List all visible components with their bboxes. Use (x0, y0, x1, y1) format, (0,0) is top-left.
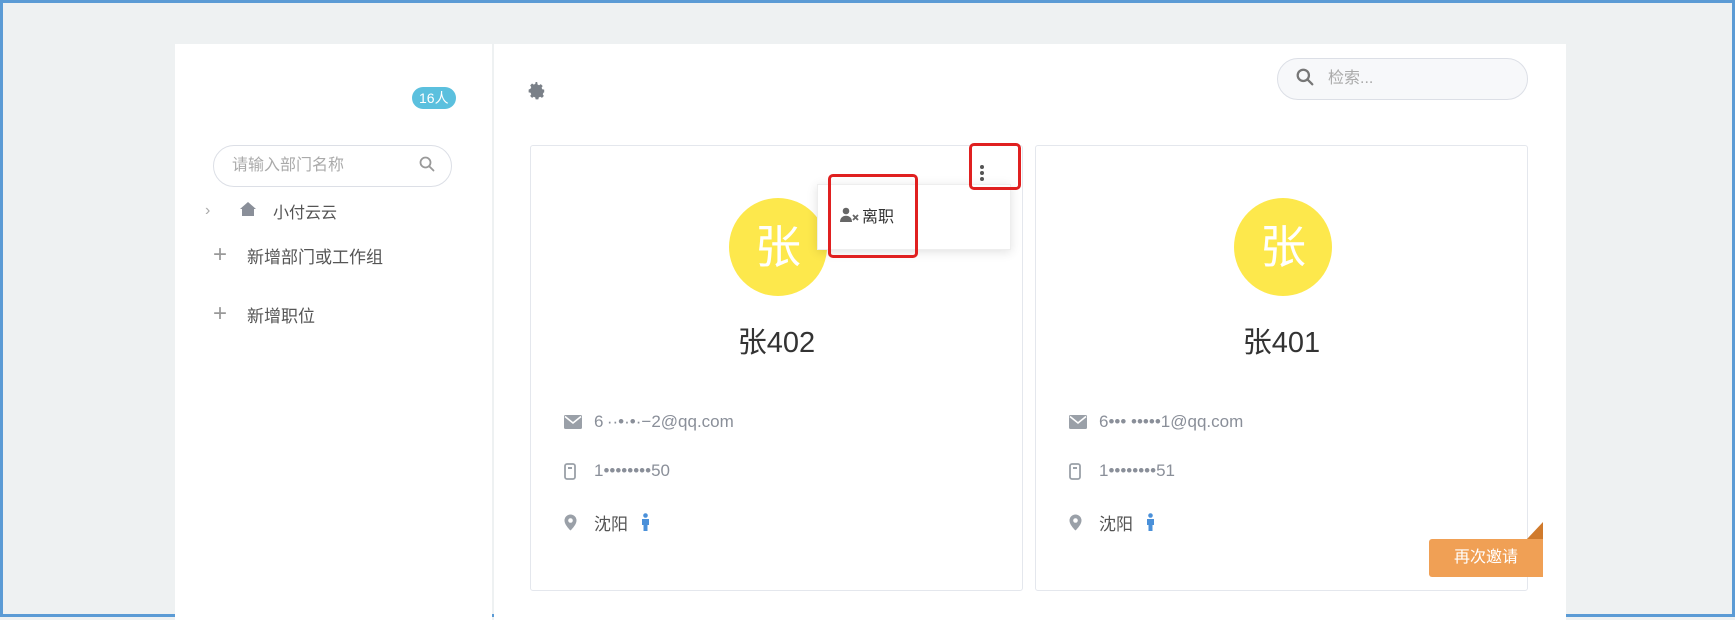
add-department-label: 新增部门或工作组 (247, 247, 383, 267)
member-card[interactable]: 张 张401 6••• •••••1@qq.com 1••••••••51 沈阳 (1035, 145, 1528, 591)
email-row: 6 ··•·•·−2@qq.com (564, 410, 734, 434)
user-remove-icon (840, 207, 860, 223)
reinvite-button[interactable]: 再次邀请 (1429, 539, 1543, 577)
avatar: 张 (729, 198, 827, 296)
gear-icon[interactable] (528, 82, 546, 105)
tree-node-company[interactable]: › 小付云云 (205, 196, 337, 226)
city-value: 沈阳 (1099, 514, 1133, 534)
member-name: 张401 (1242, 327, 1321, 359)
add-position-button[interactable]: + 新增职位 (213, 299, 315, 329)
email-value: 6••• •••••1@qq.com (1099, 412, 1244, 431)
avatar: 张 (1234, 198, 1332, 296)
search-icon[interactable] (1296, 68, 1314, 91)
member-actions-dropdown: 离职 (817, 184, 1011, 250)
add-position-label: 新增职位 (247, 306, 315, 326)
city-value: 沈阳 (594, 514, 628, 534)
email-value: 6 ··•·•·−2@qq.com (594, 412, 734, 431)
member-name: 张402 (737, 327, 816, 359)
department-sidebar: 16人 › 小付云云 + 新增部门或工作组 + 新增职位 (175, 44, 492, 620)
mobile-icon (1069, 462, 1099, 480)
dept-search-box[interactable] (213, 145, 452, 187)
member-panel: 张 张402 6 ··•·•·−2@qq.com 1••••••••50 沈阳 … (494, 44, 1566, 620)
dropdown-item-resign[interactable]: 离职 (840, 203, 894, 227)
add-department-button[interactable]: + 新增部门或工作组 (213, 240, 383, 270)
dept-search-input[interactable] (230, 156, 419, 176)
phone-value: 1••••••••51 (1099, 461, 1175, 480)
phone-row: 1••••••••50 (564, 459, 670, 483)
tree-node-label[interactable]: 小付云云 (273, 199, 337, 223)
location-row: 沈阳 (564, 510, 651, 534)
member-search-box[interactable] (1277, 58, 1528, 100)
email-row: 6••• •••••1@qq.com (1069, 410, 1243, 434)
mail-icon (564, 415, 594, 429)
location-pin-icon (564, 514, 594, 531)
location-pin-icon (1069, 514, 1099, 531)
member-count-badge: 16人 (412, 87, 456, 109)
mobile-icon (564, 462, 594, 480)
male-person-icon (1145, 513, 1156, 531)
search-icon[interactable] (419, 156, 435, 177)
dropdown-item-label: 离职 (862, 209, 895, 226)
ribbon-fold (1527, 522, 1543, 539)
phone-row: 1••••••••51 (1069, 459, 1175, 483)
member-search-input[interactable] (1326, 69, 1500, 89)
chevron-right-icon[interactable]: › (205, 202, 227, 220)
home-icon (239, 201, 257, 222)
location-row: 沈阳 (1069, 510, 1156, 534)
mail-icon (1069, 415, 1099, 429)
phone-value: 1••••••••50 (594, 461, 670, 480)
plus-icon: + (213, 300, 228, 327)
male-person-icon (640, 513, 651, 531)
plus-icon: + (213, 241, 228, 268)
